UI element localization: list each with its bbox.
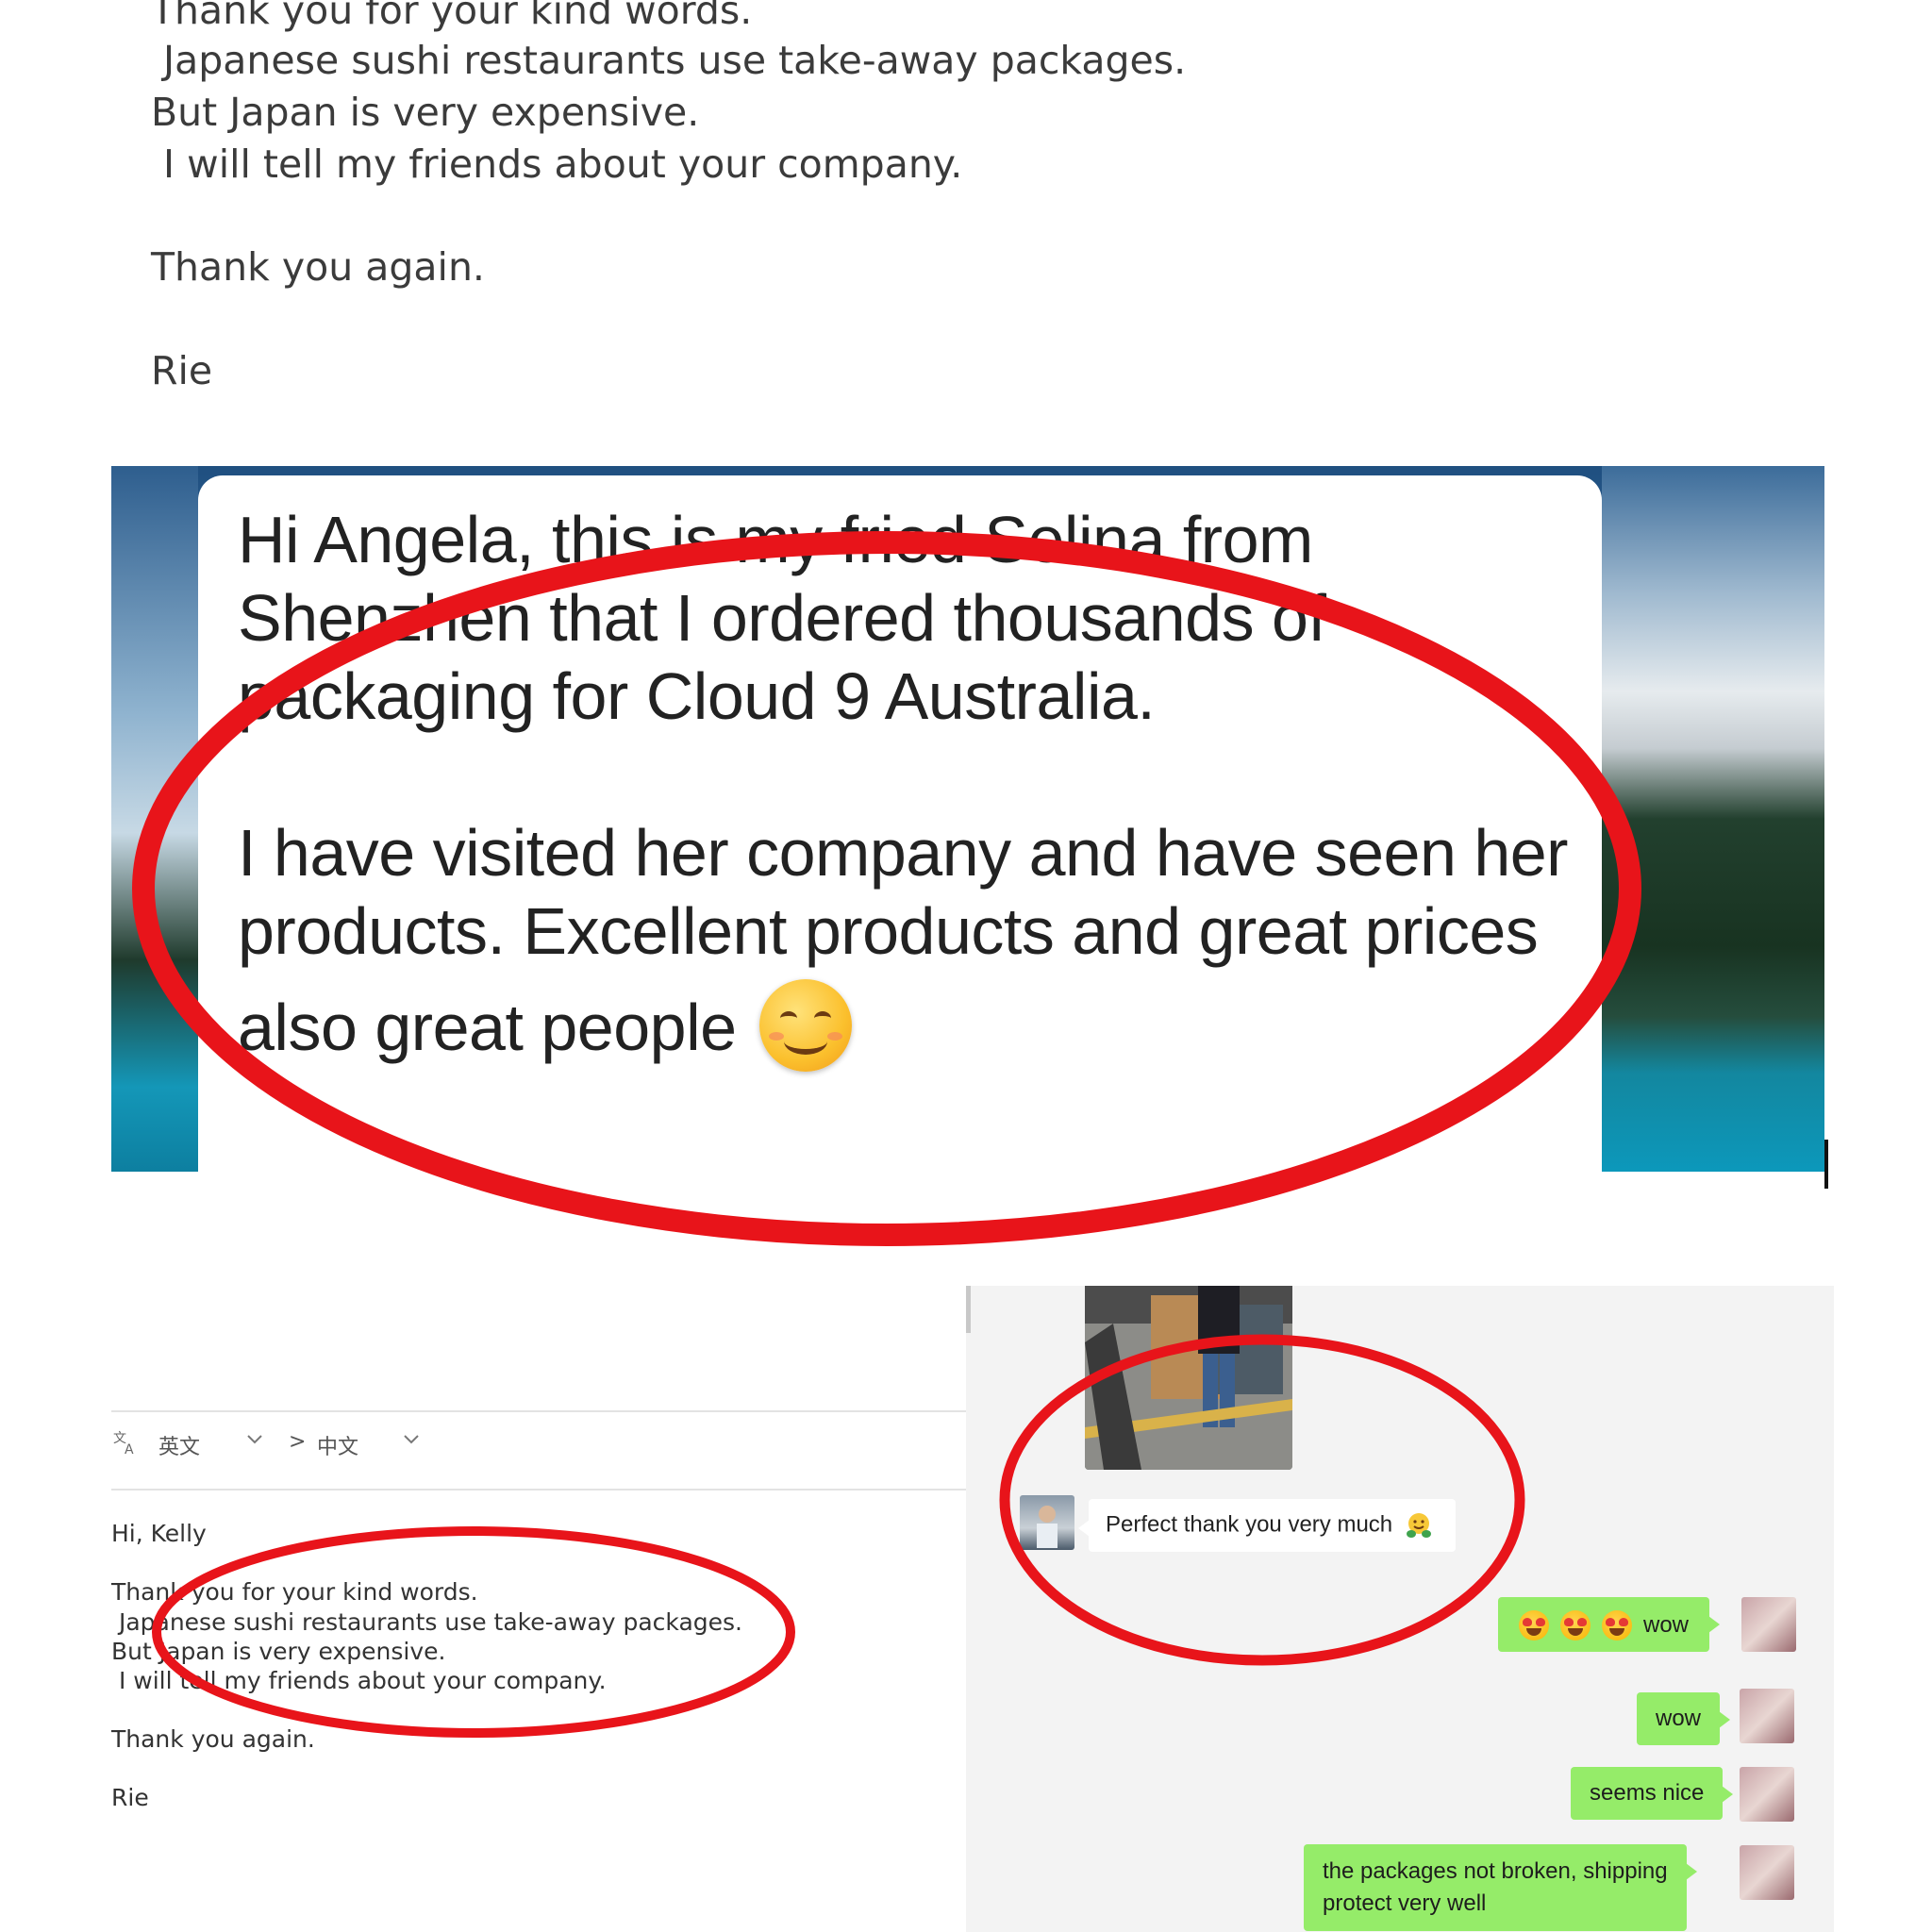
chevron-down-icon[interactable] — [402, 1433, 421, 1446]
email-greeting: Hi, Kelly — [111, 1520, 207, 1547]
email-line: Thank you for your kind words. — [151, 0, 753, 33]
email-closing: Thank you again. — [111, 1725, 315, 1753]
email-line: I will tell my friends about your compan… — [151, 142, 963, 187]
testimonial-banner: Hi Angela, this is my fried Selina from … — [111, 466, 1824, 1172]
message-text: Perfect thank you very much — [1106, 1511, 1393, 1538]
outgoing-message[interactable]: seems nice — [1571, 1767, 1734, 1820]
star-struck-face-icon — [1560, 1610, 1591, 1641]
email-signature: Rie — [151, 348, 213, 393]
user-avatar[interactable] — [1740, 1767, 1794, 1822]
lake-background-left — [111, 466, 198, 1172]
smiling-face-icon — [759, 979, 852, 1072]
text-cursor — [1824, 1140, 1828, 1189]
message-line: products. Excellent products and great p… — [238, 894, 1539, 968]
hugging-face-icon — [1405, 1511, 1433, 1540]
shared-photo[interactable] — [1085, 1286, 1292, 1470]
scrollbar[interactable] — [966, 1286, 971, 1333]
email-body-line: Japanese sushi restaurants use take-away… — [111, 1608, 743, 1636]
chevron-down-icon[interactable] — [245, 1433, 264, 1446]
message-line: Shenzhen that I ordered thousands of — [238, 581, 1326, 655]
message-text: wow — [1643, 1612, 1690, 1638]
outgoing-message[interactable]: the packages not broken, shipping protec… — [1304, 1844, 1697, 1931]
message-text: the packages not broken, shipping — [1323, 1858, 1668, 1884]
user-avatar[interactable] — [1740, 1689, 1794, 1743]
message-text: wow — [1656, 1706, 1702, 1731]
email-closing: Thank you again. — [151, 244, 485, 290]
message-text: protect very well — [1323, 1890, 1487, 1916]
outgoing-message[interactable]: wow — [1637, 1692, 1731, 1745]
translate-icon[interactable]: 文 A — [113, 1429, 140, 1456]
svg-text:A: A — [125, 1442, 134, 1456]
message-line: also great people — [238, 991, 737, 1064]
language-arrow: > — [289, 1430, 307, 1454]
email-line: But Japan is very expensive. — [151, 90, 700, 135]
message-card: Hi Angela, this is my fried Selina from … — [198, 475, 1602, 1172]
contact-avatar[interactable] — [1020, 1495, 1074, 1550]
email-body-line: Thank you for your kind words. — [111, 1578, 478, 1606]
top-email-excerpt: Thank you for your kind words. Japanese … — [151, 0, 1472, 415]
outgoing-message[interactable]: wow — [1498, 1597, 1721, 1652]
email-line: Japanese sushi restaurants use take-away… — [151, 38, 1187, 83]
user-avatar[interactable] — [1740, 1845, 1794, 1900]
source-language[interactable]: 英文 — [158, 1430, 200, 1460]
user-avatar[interactable] — [1741, 1597, 1796, 1652]
message-text: seems nice — [1590, 1780, 1705, 1806]
star-struck-face-icon — [1519, 1610, 1549, 1641]
translate-toolbar: 文 A 英文 > 中文 — [111, 1412, 970, 1469]
email-body-line: I will tell my friends about your compan… — [111, 1667, 607, 1694]
message-line: packaging for Cloud 9 Australia. — [238, 659, 1156, 733]
message-line: Hi Angela, this is my fried Selina from — [238, 503, 1313, 576]
star-struck-face-icon — [1602, 1610, 1632, 1641]
message-line: I have visited her company and have seen… — [238, 816, 1569, 890]
target-language[interactable]: 中文 — [317, 1430, 358, 1460]
incoming-message[interactable]: Perfect thank you very much — [1078, 1499, 1456, 1552]
email-panel: 文 A 英文 > 中文 Hi, Kelly Thank you for your… — [111, 1410, 970, 1932]
email-body-line: But Japan is very expensive. — [111, 1638, 446, 1665]
divider — [111, 1489, 970, 1491]
mountain-background-right — [1602, 466, 1824, 1172]
chat-window: Perfect thank you very much wow wow seem… — [966, 1286, 1834, 1932]
email-signature: Rie — [111, 1784, 149, 1811]
